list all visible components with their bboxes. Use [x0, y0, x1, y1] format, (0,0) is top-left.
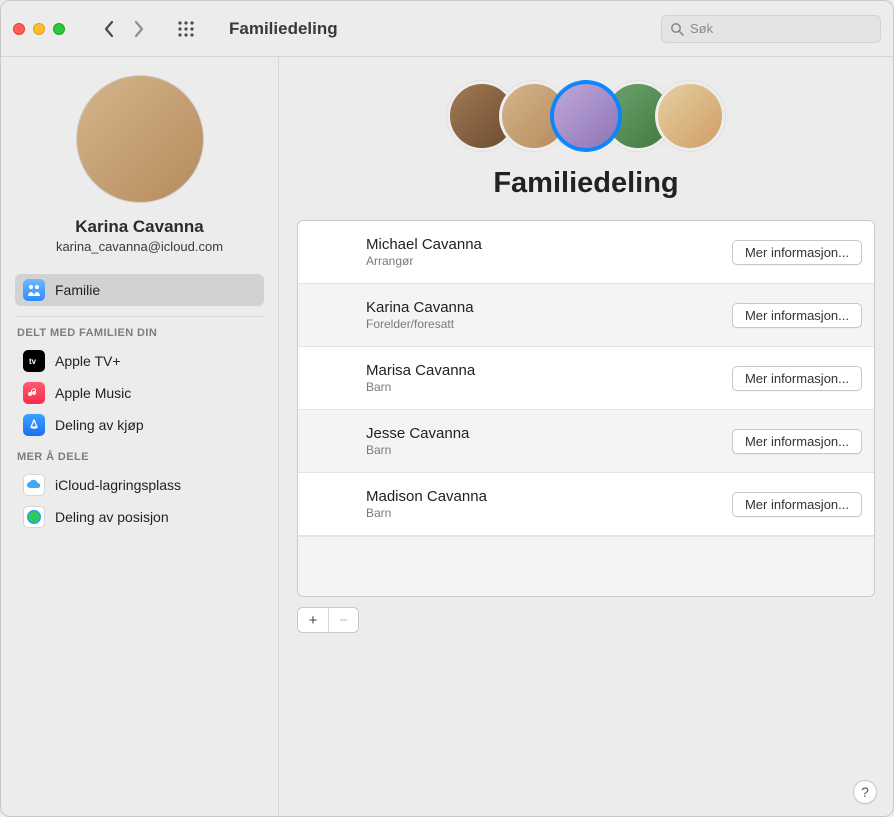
section-heading-shared: DELT MED FAMILIEN DIN	[17, 327, 262, 339]
sidebar-item-location-sharing[interactable]: Deling av posisjon	[15, 501, 264, 533]
member-avatar	[310, 483, 352, 525]
sidebar-item-label: Apple Music	[55, 385, 131, 401]
hero: Familiedeling	[297, 81, 875, 200]
search-input[interactable]	[690, 21, 872, 36]
more-info-button[interactable]: Mer informasjon...	[732, 240, 862, 265]
sidebar-item-label: Deling av kjøp	[55, 417, 144, 433]
sidebar-item-icloud-storage[interactable]: iCloud-lagringsplass	[15, 469, 264, 501]
member-role: Arrangør	[366, 254, 718, 268]
search-icon	[670, 22, 684, 36]
find-my-icon	[23, 506, 45, 528]
main-content: Familiedeling Michael Cavanna Arrangør M…	[279, 57, 893, 816]
sidebar-item-label: Apple TV+	[55, 353, 121, 369]
list-empty-area	[298, 536, 874, 596]
back-button[interactable]	[103, 20, 115, 38]
sidebar-item-apple-music[interactable]: Apple Music	[15, 377, 264, 409]
nav-arrows	[103, 20, 145, 38]
show-all-icon[interactable]	[177, 20, 195, 38]
hero-avatar	[655, 81, 725, 151]
member-avatar	[310, 420, 352, 462]
sidebar-item-label: Familie	[55, 282, 100, 298]
section-heading-more: MER Å DELE	[17, 451, 262, 463]
sidebar-item-purchase-sharing[interactable]: Deling av kjøp	[15, 409, 264, 441]
member-role: Barn	[366, 380, 718, 394]
member-avatar	[310, 231, 352, 273]
more-info-button[interactable]: Mer informasjon...	[732, 303, 862, 328]
member-row[interactable]: Jesse Cavanna Barn Mer informasjon...	[298, 410, 874, 473]
apple-music-icon	[23, 382, 45, 404]
family-icon	[23, 279, 45, 301]
member-name: Jesse Cavanna	[366, 425, 718, 442]
member-name: Madison Cavanna	[366, 488, 718, 505]
more-info-button[interactable]: Mer informasjon...	[732, 366, 862, 391]
member-row[interactable]: Marisa Cavanna Barn Mer informasjon...	[298, 347, 874, 410]
more-info-button[interactable]: Mer informasjon...	[732, 492, 862, 517]
family-avatar-row	[447, 81, 725, 151]
member-avatar	[310, 294, 352, 336]
icloud-icon	[23, 474, 45, 496]
add-member-button[interactable]: +	[298, 608, 328, 632]
help-button[interactable]: ?	[853, 780, 877, 804]
member-role: Barn	[366, 443, 718, 457]
member-avatar	[310, 357, 352, 399]
account-email: karina_cavanna@icloud.com	[56, 239, 223, 254]
app-store-icon	[23, 414, 45, 436]
close-window-button[interactable]	[13, 23, 25, 35]
family-member-list: Michael Cavanna Arrangør Mer informasjon…	[297, 220, 875, 597]
member-row[interactable]: Karina Cavanna Forelder/foresatt Mer inf…	[298, 284, 874, 347]
account-header: Karina Cavanna karina_cavanna@icloud.com	[15, 75, 264, 254]
svg-text:tv: tv	[29, 357, 37, 366]
list-controls: + −	[297, 607, 875, 633]
hero-avatar-selected	[551, 81, 621, 151]
preferences-window: Familiedeling Karina Cavanna karina_cava…	[0, 0, 894, 817]
member-role: Barn	[366, 506, 718, 520]
remove-member-button[interactable]: −	[328, 608, 358, 632]
minimize-window-button[interactable]	[33, 23, 45, 35]
hero-title: Familiedeling	[493, 167, 678, 200]
account-name: Karina Cavanna	[75, 217, 204, 237]
member-row[interactable]: Michael Cavanna Arrangør Mer informasjon…	[298, 221, 874, 284]
sidebar: Karina Cavanna karina_cavanna@icloud.com…	[1, 57, 279, 816]
sidebar-item-label: iCloud-lagringsplass	[55, 477, 181, 493]
more-info-button[interactable]: Mer informasjon...	[732, 429, 862, 454]
sidebar-item-label: Deling av posisjon	[55, 509, 169, 525]
sidebar-item-familie[interactable]: Familie	[15, 274, 264, 306]
zoom-window-button[interactable]	[53, 23, 65, 35]
member-name: Karina Cavanna	[366, 299, 718, 316]
search-field[interactable]	[661, 15, 881, 43]
window-title: Familiedeling	[229, 19, 338, 39]
member-name: Marisa Cavanna	[366, 362, 718, 379]
member-row[interactable]: Madison Cavanna Barn Mer informasjon...	[298, 473, 874, 536]
forward-button[interactable]	[133, 20, 145, 38]
apple-tv-icon: tv	[23, 350, 45, 372]
window-controls	[13, 23, 65, 35]
member-name: Michael Cavanna	[366, 236, 718, 253]
divider	[15, 316, 264, 317]
sidebar-item-apple-tv[interactable]: tv Apple TV+	[15, 345, 264, 377]
member-role: Forelder/foresatt	[366, 317, 718, 331]
toolbar: Familiedeling	[1, 1, 893, 57]
avatar	[76, 75, 204, 203]
